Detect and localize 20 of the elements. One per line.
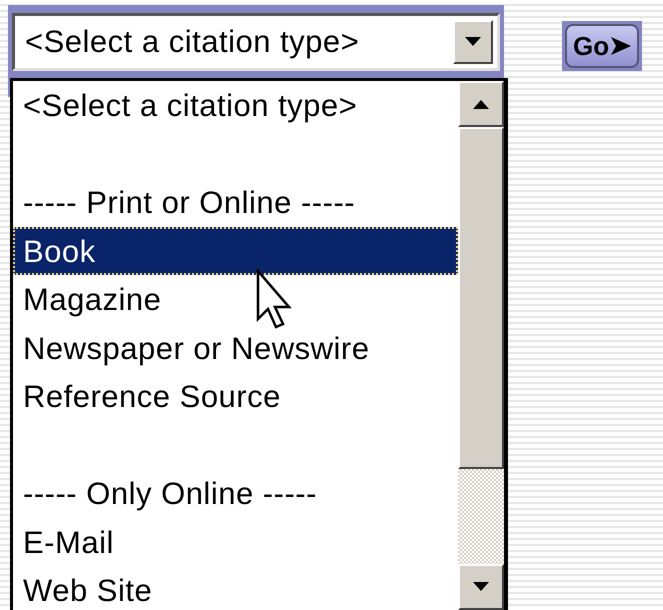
dropdown-option[interactable]: ----- Print or Online ----- bbox=[13, 178, 458, 226]
dropdown-option[interactable]: Book bbox=[13, 226, 458, 275]
scroll-up-button[interactable] bbox=[458, 81, 504, 127]
citation-type-dropdown[interactable]: <Select a citation type> bbox=[12, 13, 500, 71]
caret-down-icon bbox=[473, 582, 489, 592]
dropdown-option[interactable]: E-Mail bbox=[13, 518, 458, 566]
scroll-thumb[interactable] bbox=[458, 127, 504, 469]
dropdown-option[interactable]: ----- Only Online ----- bbox=[13, 469, 458, 518]
scrollbar[interactable] bbox=[458, 81, 504, 610]
go-button[interactable]: Go bbox=[565, 24, 640, 68]
dropdown-option[interactable]: Magazine bbox=[13, 275, 458, 324]
dropdown-option[interactable]: Reference Source bbox=[13, 372, 458, 420]
mouse-pointer-icon bbox=[256, 269, 292, 329]
dropdown-option[interactable]: Web Site bbox=[13, 566, 458, 610]
arrow-right-icon bbox=[611, 37, 632, 55]
scroll-down-button[interactable] bbox=[458, 564, 504, 610]
caret-up-icon bbox=[473, 99, 489, 109]
dropdown-option[interactable]: Newspaper or Newswire bbox=[13, 324, 458, 372]
caret-down-icon bbox=[465, 37, 481, 47]
dropdown-option[interactable]: <Select a citation type> bbox=[13, 81, 458, 130]
